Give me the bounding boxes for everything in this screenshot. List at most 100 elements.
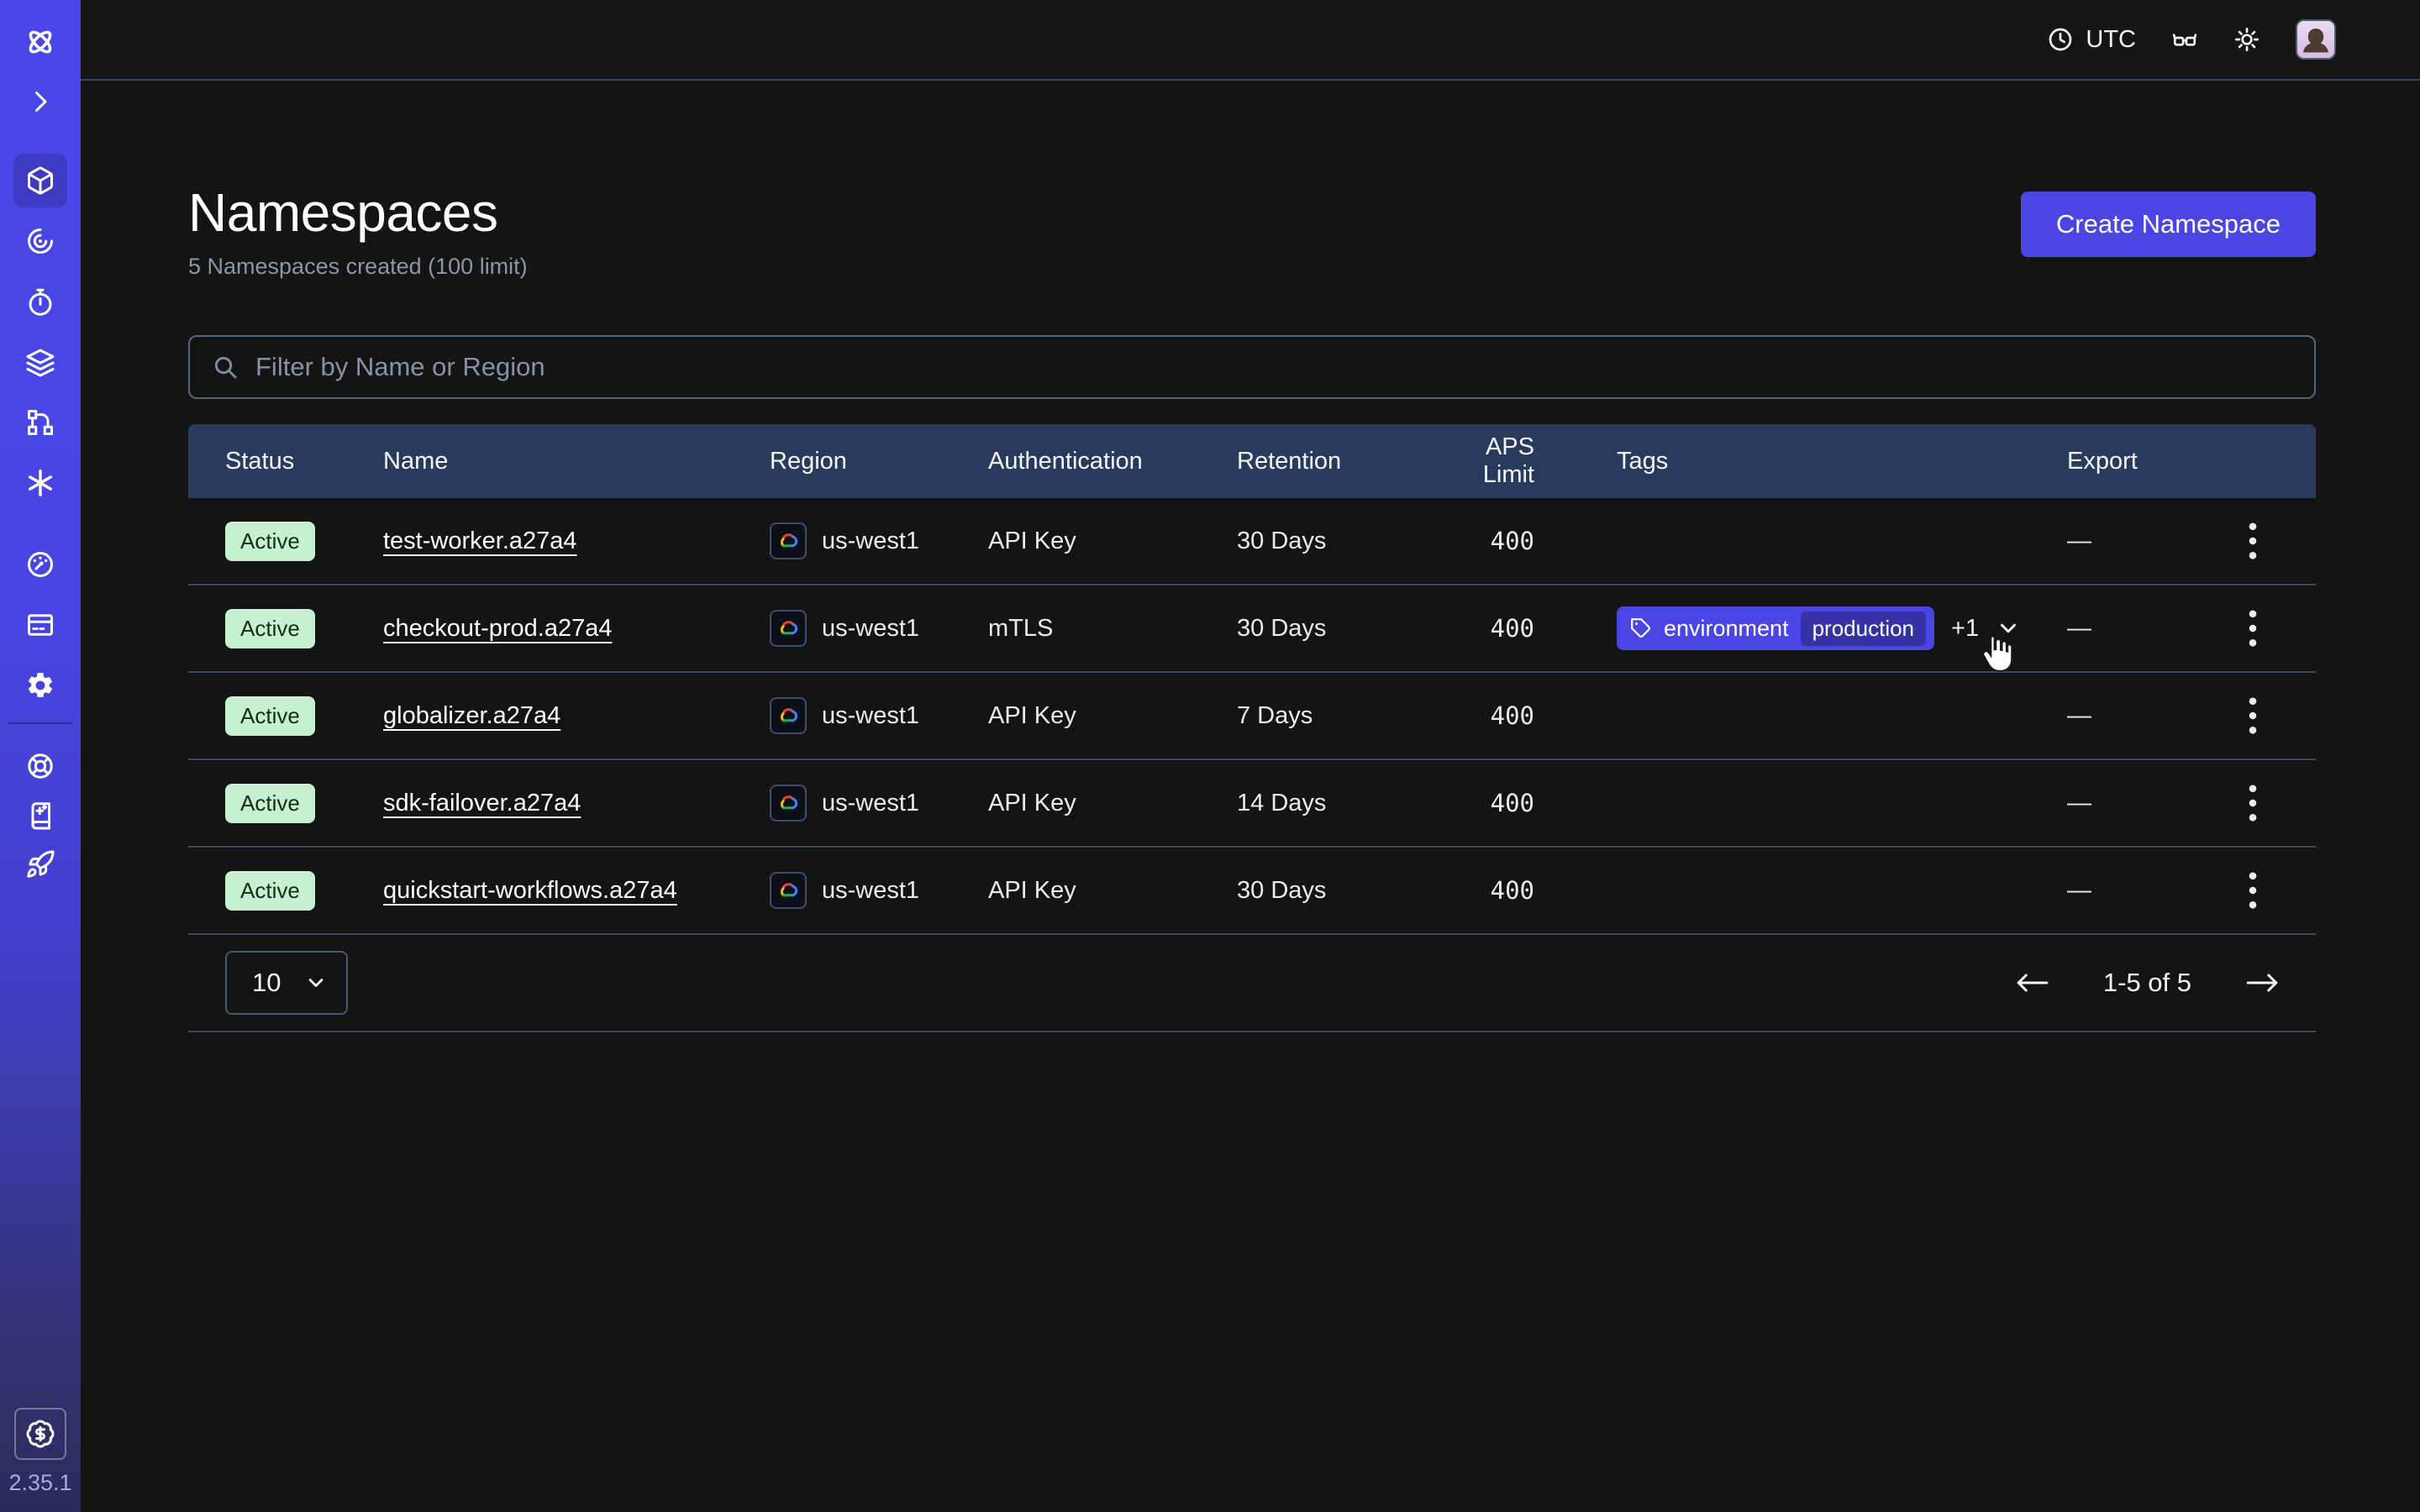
export-value: — — [2067, 615, 2202, 643]
timezone-selector[interactable]: UTC — [2047, 26, 2136, 54]
table-header-row: Status Name Region Authentication Retent… — [188, 424, 2316, 498]
export-value: — — [2067, 702, 2202, 730]
row-menu-button[interactable] — [2238, 688, 2267, 743]
namespaces-table: Status Name Region Authentication Retent… — [188, 424, 2316, 1032]
timezone-label: UTC — [2086, 26, 2136, 54]
sidebar-item-timer[interactable] — [13, 276, 67, 329]
status-badge: Active — [225, 696, 315, 736]
page-title: Namespaces — [188, 181, 528, 244]
aps-limit-value: 400 — [1428, 789, 1617, 817]
gear-icon — [25, 670, 55, 701]
row-menu-button[interactable] — [2238, 863, 2267, 918]
region-label: us-west1 — [822, 615, 919, 643]
sidebar-item-namespaces[interactable] — [13, 154, 67, 207]
clock-icon — [2047, 26, 2074, 53]
usage-button[interactable] — [14, 1408, 66, 1460]
spiral-icon — [25, 226, 55, 256]
sidebar-item-gauge[interactable] — [13, 538, 67, 591]
asterisk-icon — [25, 468, 55, 498]
status-badge: Active — [225, 522, 315, 561]
namespace-link[interactable]: quickstart-workflows.a27a4 — [383, 877, 677, 904]
row-menu-button[interactable] — [2238, 775, 2267, 831]
sidebar-item-layers[interactable] — [13, 336, 67, 390]
temporal-logo[interactable] — [13, 15, 67, 69]
sidebar-item-support[interactable] — [13, 739, 67, 793]
auth-label: API Key — [988, 877, 1237, 905]
kebab-icon — [2247, 784, 2259, 822]
sidebar: 2.35.1 — [0, 0, 81, 1512]
pagination-range: 1-5 of 5 — [2103, 968, 2191, 998]
search-icon — [212, 354, 239, 381]
status-badge: Active — [225, 871, 315, 911]
column-header-tags: Tags — [1617, 448, 2067, 475]
tags-cell: environment production +1 — [1617, 606, 2067, 650]
cube-icon — [25, 165, 55, 196]
timer-icon — [25, 287, 55, 318]
sidebar-item-spiral[interactable] — [13, 214, 67, 268]
table-row: Active test-worker.a27a4 us-west1 API Ke… — [188, 498, 2316, 585]
next-page-button[interactable] — [2238, 964, 2286, 1001]
sidebar-item-billing[interactable] — [13, 598, 67, 652]
chevron-down-icon — [304, 971, 328, 995]
table-row: Active quickstart-workflows.a27a4 us-wes… — [188, 848, 2316, 935]
column-header-region: Region — [770, 448, 988, 475]
chevron-right-icon — [25, 87, 55, 117]
chevron-down-icon — [1996, 616, 2021, 641]
region-label: us-west1 — [822, 528, 919, 555]
dollar-badge-icon — [25, 1419, 55, 1449]
aps-limit-value: 400 — [1428, 614, 1617, 643]
gcp-cloud-icon — [770, 785, 807, 822]
auth-label: mTLS — [988, 615, 1237, 643]
retention-label: 14 Days — [1237, 790, 1428, 817]
create-namespace-button[interactable]: Create Namespace — [2021, 192, 2316, 257]
sidebar-item-asterisk[interactable] — [13, 456, 67, 510]
user-avatar[interactable] — [2296, 19, 2336, 60]
filter-input[interactable] — [255, 352, 2292, 382]
app-version: 2.35.1 — [0, 1470, 81, 1496]
kebab-icon — [2247, 609, 2259, 648]
namespace-link[interactable]: checkout-prod.a27a4 — [383, 615, 612, 642]
sidebar-item-docs[interactable] — [13, 789, 67, 843]
aps-limit-value: 400 — [1428, 527, 1617, 555]
export-value: — — [2067, 790, 2202, 817]
row-menu-button[interactable] — [2238, 601, 2267, 656]
billing-card-icon — [25, 610, 55, 640]
column-header-auth: Authentication — [988, 448, 1237, 475]
tag-icon — [1630, 617, 1652, 639]
gcp-cloud-icon — [770, 610, 807, 647]
sidebar-item-branch[interactable] — [13, 396, 67, 449]
sun-icon[interactable] — [2233, 26, 2260, 53]
sidebar-expand-button[interactable] — [13, 75, 67, 129]
layers-icon — [25, 348, 55, 378]
auth-label: API Key — [988, 528, 1237, 555]
rocket-icon — [25, 849, 55, 879]
region-label: us-west1 — [822, 702, 919, 730]
region-label: us-west1 — [822, 790, 919, 817]
row-menu-button[interactable] — [2238, 513, 2267, 569]
previous-page-button[interactable] — [2009, 964, 2056, 1001]
namespace-link[interactable]: globalizer.a27a4 — [383, 702, 560, 729]
gcp-cloud-icon — [770, 697, 807, 734]
retention-label: 7 Days — [1237, 702, 1428, 730]
column-header-status: Status — [225, 448, 383, 475]
page-size-select[interactable]: 10 — [225, 951, 348, 1015]
sidebar-item-getting-started[interactable] — [13, 837, 67, 891]
tag-chip[interactable]: environment production — [1617, 606, 1934, 650]
status-badge: Active — [225, 609, 315, 648]
namespace-link[interactable]: sdk-failover.a27a4 — [383, 790, 581, 816]
column-header-aps: APS Limit — [1428, 433, 1617, 489]
table-footer: 10 1-5 of 5 — [188, 935, 2316, 1032]
gcp-cloud-icon — [770, 872, 807, 909]
column-header-name: Name — [383, 448, 770, 475]
tags-expand-button[interactable] — [1996, 616, 2021, 641]
tags-more-count: +1 — [1951, 615, 1979, 643]
sidebar-item-settings[interactable] — [13, 659, 67, 712]
aps-limit-value: 400 — [1428, 876, 1617, 905]
namespace-link[interactable]: test-worker.a27a4 — [383, 528, 577, 554]
table-row: Active checkout-prod.a27a4 us-west1 mTLS… — [188, 585, 2316, 673]
arrow-right-icon — [2244, 969, 2281, 996]
filter-search-box — [188, 335, 2316, 399]
glasses-icon[interactable] — [2171, 26, 2198, 53]
person-silhouette-icon — [2299, 24, 2333, 58]
tag-value: production — [1801, 612, 1926, 646]
